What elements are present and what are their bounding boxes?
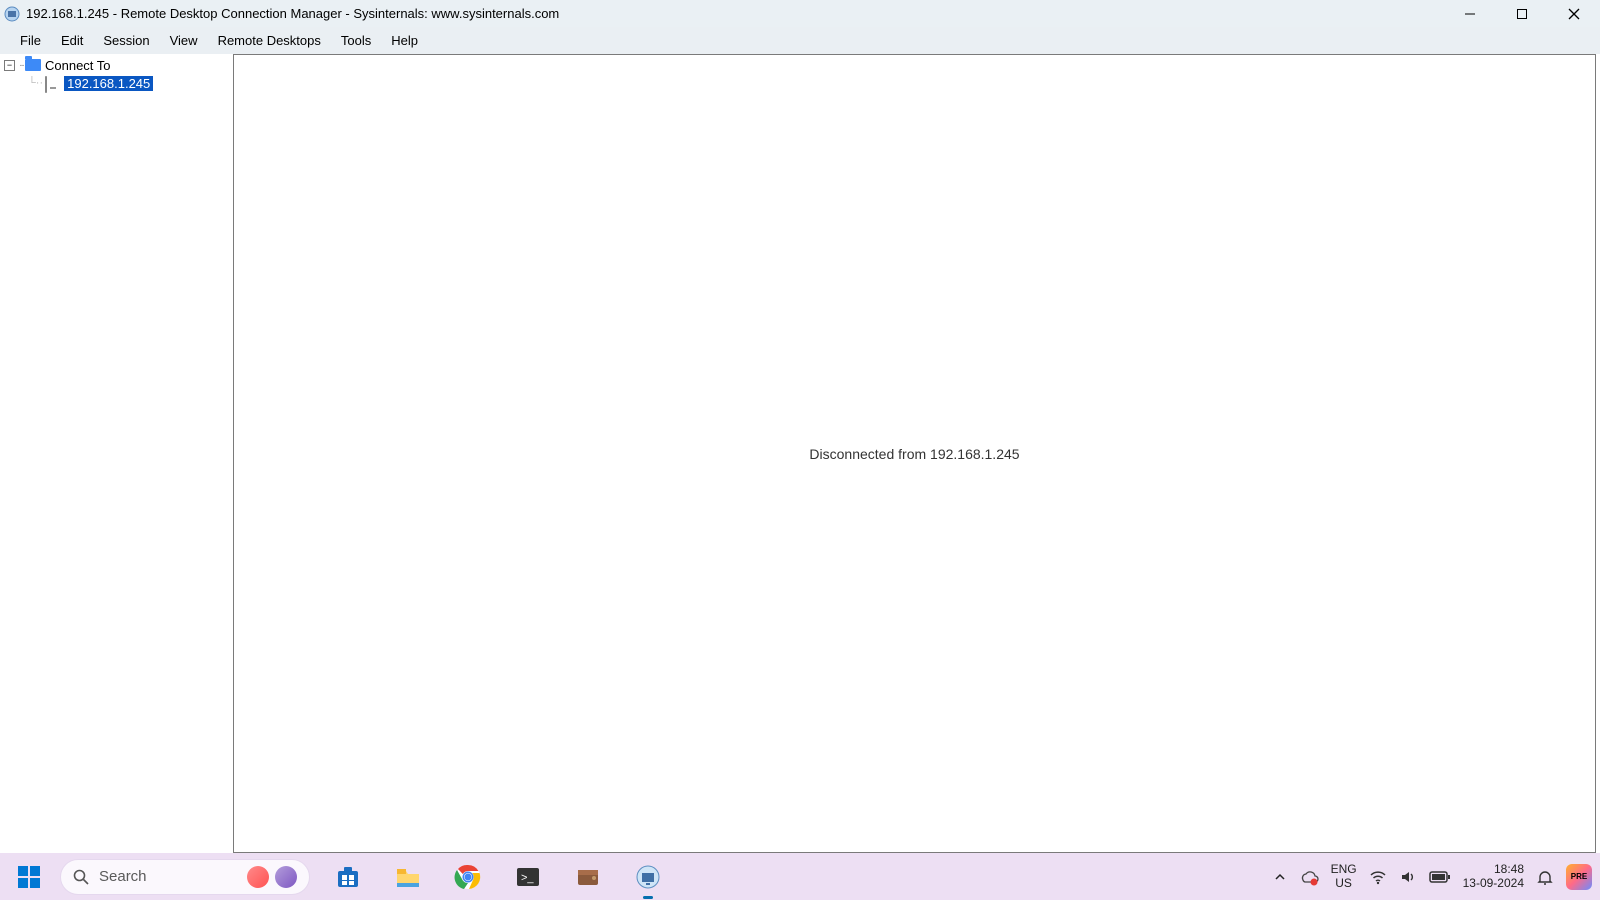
lang-primary: ENG [1331, 863, 1357, 876]
wifi-icon[interactable] [1369, 868, 1387, 886]
menubar: File Edit Session View Remote Desktops T… [0, 27, 1600, 54]
search-placeholder: Search [99, 868, 147, 885]
menu-help[interactable]: Help [381, 29, 428, 52]
session-pane: Disconnected from 192.168.1.245 [233, 54, 1596, 853]
notifications-icon[interactable] [1536, 868, 1554, 886]
collapse-icon[interactable]: − [4, 60, 15, 71]
menu-session[interactable]: Session [93, 29, 159, 52]
volume-icon[interactable] [1399, 868, 1417, 886]
tree-root[interactable]: − ··· Connect To [4, 56, 233, 74]
language-indicator[interactable]: ENG US [1331, 863, 1357, 889]
menu-remote-desktops[interactable]: Remote Desktops [208, 29, 331, 52]
monitor-icon [45, 77, 61, 89]
search-icon [73, 869, 89, 885]
date-text: 13-09-2024 [1463, 877, 1524, 891]
menu-edit[interactable]: Edit [51, 29, 93, 52]
lang-secondary: US [1335, 877, 1352, 890]
taskbar: Search >_ ENG [0, 853, 1600, 900]
copilot-icon[interactable]: PRE [1566, 864, 1592, 890]
wallet-icon[interactable] [572, 861, 604, 893]
window-controls [1444, 0, 1600, 27]
main-area: − ··· Connect To └·· 192.168.1.245 Disco… [0, 54, 1600, 853]
titlebar: 192.168.1.245 - Remote Desktop Connectio… [0, 0, 1600, 27]
window-title: 192.168.1.245 - Remote Desktop Connectio… [26, 6, 559, 21]
search-highlights [247, 866, 297, 888]
tray-overflow-button[interactable] [1273, 870, 1287, 884]
minimize-button[interactable] [1444, 0, 1496, 27]
copilot-tag: PRE [1571, 872, 1587, 881]
tree-item[interactable]: └·· 192.168.1.245 [4, 74, 233, 92]
taskbar-search[interactable]: Search [60, 859, 310, 895]
ms-store-icon[interactable] [332, 861, 364, 893]
tree-item-label: 192.168.1.245 [64, 76, 153, 91]
search-highlight-icon [247, 866, 269, 888]
menu-view[interactable]: View [160, 29, 208, 52]
terminal-icon[interactable]: >_ [512, 861, 544, 893]
rdcman-icon[interactable] [632, 861, 664, 893]
tree-root-label: Connect To [45, 58, 111, 73]
maximize-button[interactable] [1496, 0, 1548, 27]
start-button[interactable] [8, 858, 50, 896]
menu-file[interactable]: File [10, 29, 51, 52]
onedrive-icon[interactable] [1299, 867, 1319, 887]
svg-text:>_: >_ [521, 872, 534, 884]
windows-logo-icon [18, 866, 40, 888]
connection-tree: − ··· Connect To └·· 192.168.1.245 [0, 54, 233, 853]
disconnected-message: Disconnected from 192.168.1.245 [809, 446, 1019, 462]
tree-branch-icon: └·· [28, 77, 43, 89]
battery-icon[interactable] [1429, 870, 1451, 884]
clock[interactable]: 18:48 13-09-2024 [1463, 863, 1524, 891]
menu-tools[interactable]: Tools [331, 29, 381, 52]
app-icon [4, 6, 20, 22]
time-text: 18:48 [1494, 863, 1524, 877]
folder-icon [25, 59, 41, 71]
system-tray: ENG US 18:48 13-09-2024 PRE [1273, 853, 1592, 900]
search-highlight-icon [275, 866, 297, 888]
chrome-icon[interactable] [452, 861, 484, 893]
pinned-apps: >_ [332, 861, 664, 893]
tree-line-icon: ··· [19, 60, 23, 71]
file-explorer-icon[interactable] [392, 861, 424, 893]
close-button[interactable] [1548, 0, 1600, 27]
